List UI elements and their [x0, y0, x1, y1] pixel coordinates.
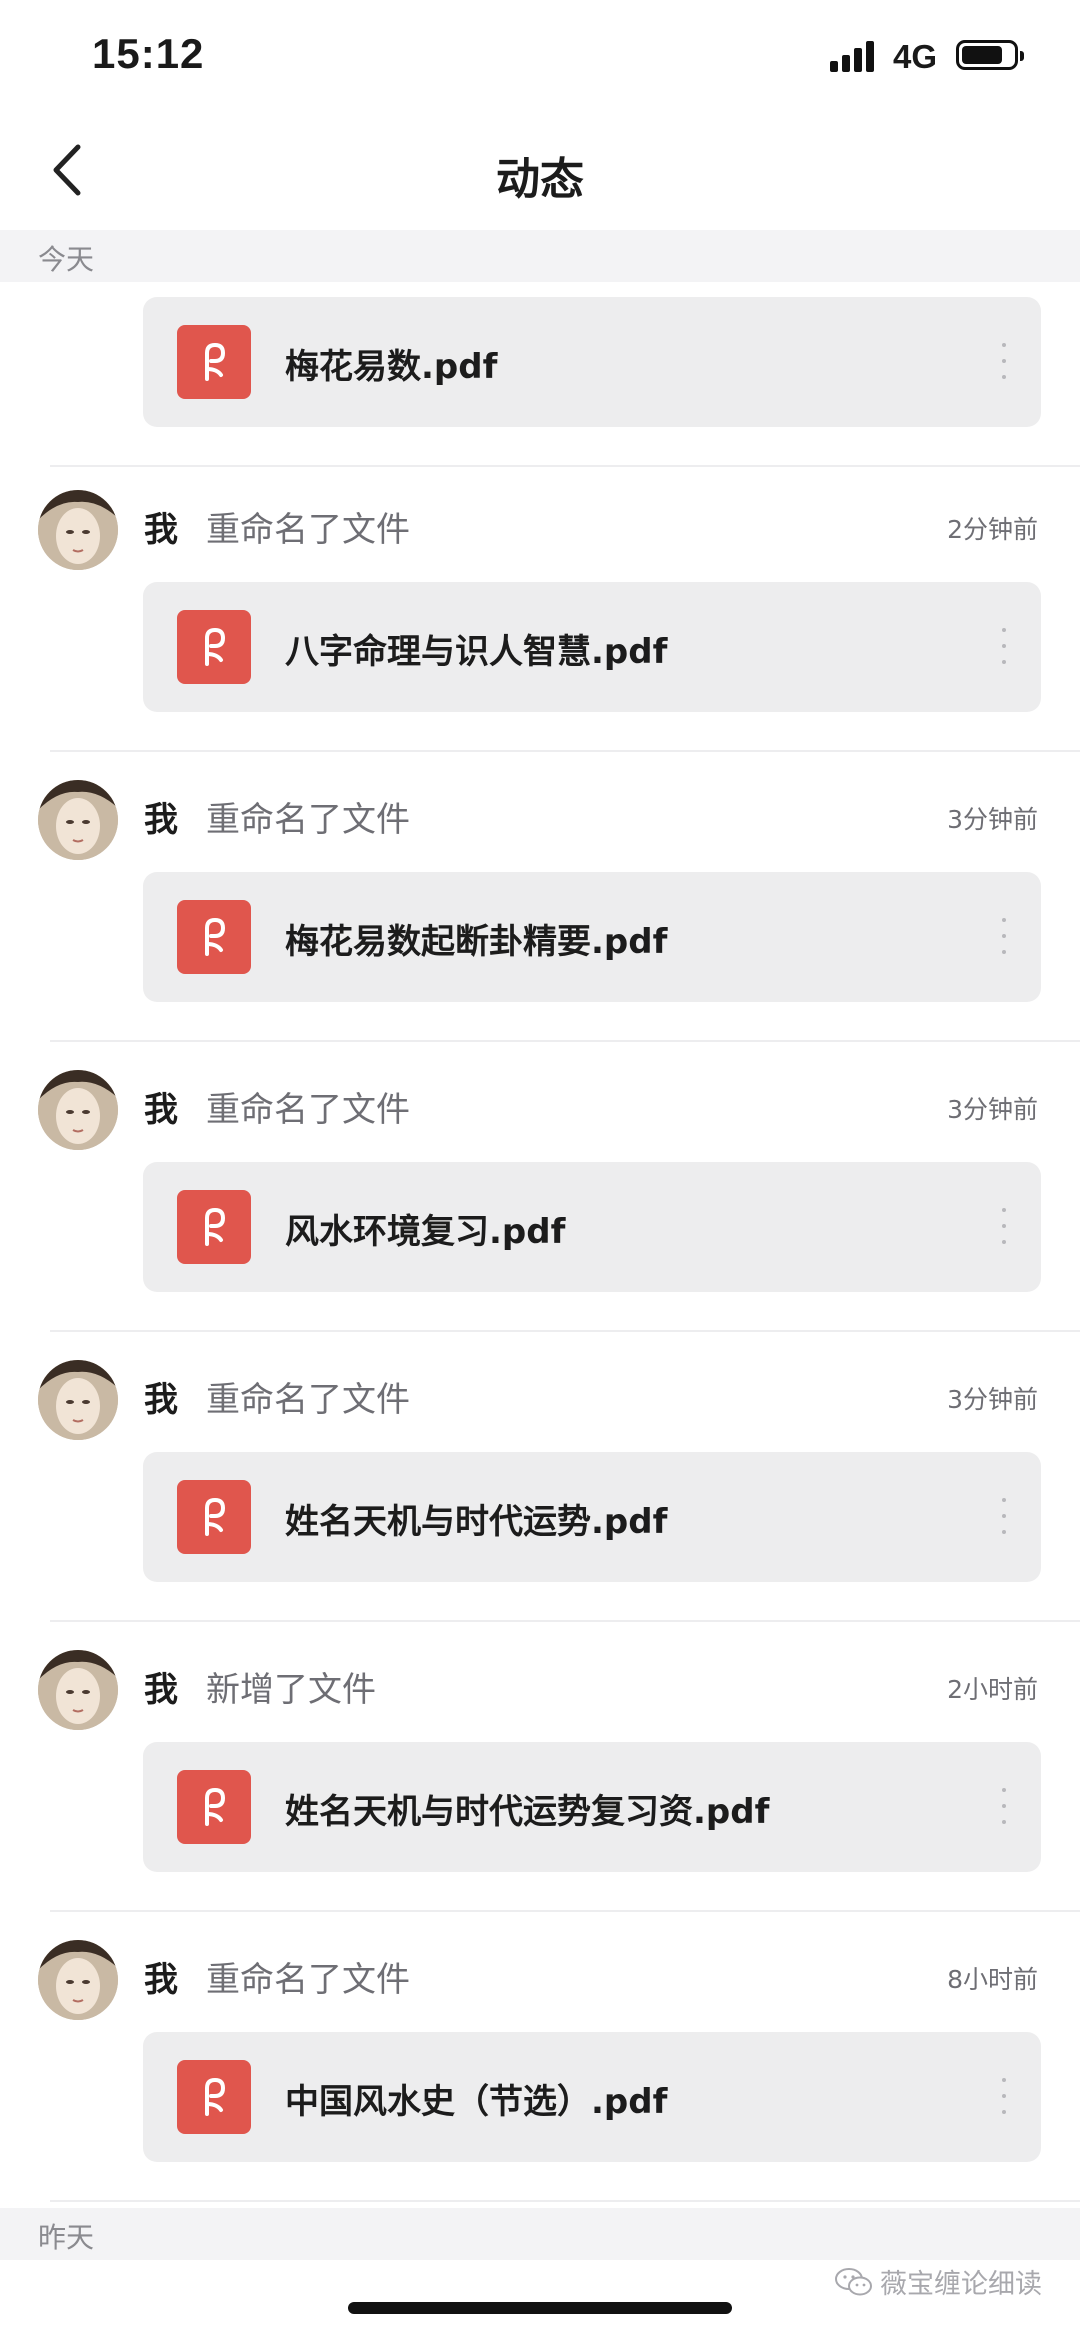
- actor-name: 我: [144, 1960, 178, 2000]
- home-indicator[interactable]: [348, 2302, 732, 2314]
- pdf-icon: [177, 1190, 251, 1264]
- avatar[interactable]: [38, 1650, 118, 1730]
- timestamp: 2小时前: [947, 1675, 1038, 1704]
- actor-name: 我: [144, 1090, 178, 1130]
- nav-bar: 动态: [0, 115, 1080, 230]
- avatar[interactable]: [38, 1940, 118, 2020]
- action-text: 新增了文件: [206, 1670, 376, 1710]
- pdf-icon: [177, 325, 251, 399]
- action-text: 重命名了文件: [206, 1090, 410, 1130]
- timestamp: 3分钟前: [947, 805, 1038, 834]
- file-card[interactable]: 姓名天机与时代运势复习资.pdf: [143, 1742, 1041, 1872]
- battery-level: [962, 46, 1002, 64]
- file-card[interactable]: 八字命理与识人智慧.pdf: [143, 582, 1041, 712]
- pdf-icon: [177, 1480, 251, 1554]
- actor-name: 我: [144, 1670, 178, 1710]
- file-name: 风水环境复习.pdf: [285, 1212, 566, 1252]
- timestamp: 2分钟前: [947, 515, 1038, 544]
- more-options-button[interactable]: [997, 1784, 1011, 1830]
- battery-icon: [956, 40, 1024, 70]
- more-options-button[interactable]: [997, 1204, 1011, 1250]
- status-bar: 15:12 4G: [0, 0, 1080, 115]
- file-card[interactable]: 梅花易数.pdf: [143, 297, 1041, 427]
- section-label-yesterday: 昨天: [38, 2221, 95, 2254]
- more-options-button[interactable]: [997, 624, 1011, 670]
- avatar[interactable]: [38, 490, 118, 570]
- file-name: 姓名天机与时代运势复习资.pdf: [285, 1792, 770, 1832]
- file-name: 中国风水史（节选）.pdf: [285, 2082, 668, 2122]
- timestamp: 3分钟前: [947, 1385, 1038, 1414]
- pdf-icon: [177, 1770, 251, 1844]
- action-text: 重命名了文件: [206, 510, 410, 550]
- actor-name: 我: [144, 1380, 178, 1420]
- signal-icon: [830, 40, 880, 72]
- action-text: 重命名了文件: [206, 1380, 410, 1420]
- avatar[interactable]: [38, 780, 118, 860]
- section-label-today: 今天: [38, 243, 95, 276]
- section-header-yesterday: 昨天: [0, 2208, 1080, 2260]
- pdf-icon: [177, 610, 251, 684]
- file-card[interactable]: 梅花易数起断卦精要.pdf: [143, 872, 1041, 1002]
- avatar[interactable]: [38, 1070, 118, 1150]
- pdf-icon: [177, 2060, 251, 2134]
- file-name: 八字命理与识人智慧.pdf: [285, 632, 668, 672]
- divider: [50, 1620, 1080, 1622]
- watermark: 薇宝缠论细读: [834, 2262, 1042, 2305]
- more-options-button[interactable]: [997, 339, 1011, 385]
- page-title: 动态: [496, 154, 584, 205]
- divider: [50, 1910, 1080, 1912]
- action-text: 重命名了文件: [206, 800, 410, 840]
- divider: [50, 465, 1080, 467]
- more-options-button[interactable]: [997, 1494, 1011, 1540]
- timestamp: 3分钟前: [947, 1095, 1038, 1124]
- file-name: 姓名天机与时代运势.pdf: [285, 1502, 668, 1542]
- actor-name: 我: [144, 800, 178, 840]
- file-name: 梅花易数.pdf: [285, 347, 498, 387]
- wechat-icon: [834, 2266, 874, 2305]
- file-name: 梅花易数起断卦精要.pdf: [285, 922, 668, 962]
- more-options-button[interactable]: [997, 2074, 1011, 2120]
- status-time: 15:12: [92, 30, 205, 77]
- file-card[interactable]: 中国风水史（节选）.pdf: [143, 2032, 1041, 2162]
- timestamp: 8小时前: [947, 1965, 1038, 1994]
- divider: [50, 1330, 1080, 1332]
- network-type: 4G: [893, 38, 938, 75]
- file-card[interactable]: 风水环境复习.pdf: [143, 1162, 1041, 1292]
- actor-name: 我: [144, 510, 178, 550]
- file-card[interactable]: 姓名天机与时代运势.pdf: [143, 1452, 1041, 1582]
- pdf-icon: [177, 900, 251, 974]
- divider: [50, 1040, 1080, 1042]
- divider: [50, 750, 1080, 752]
- more-options-button[interactable]: [997, 914, 1011, 960]
- avatar[interactable]: [38, 1360, 118, 1440]
- watermark-text: 薇宝缠论细读: [880, 2269, 1042, 2300]
- action-text: 重命名了文件: [206, 1960, 410, 2000]
- divider: [50, 2200, 1080, 2202]
- section-header-today: 今天: [0, 230, 1080, 282]
